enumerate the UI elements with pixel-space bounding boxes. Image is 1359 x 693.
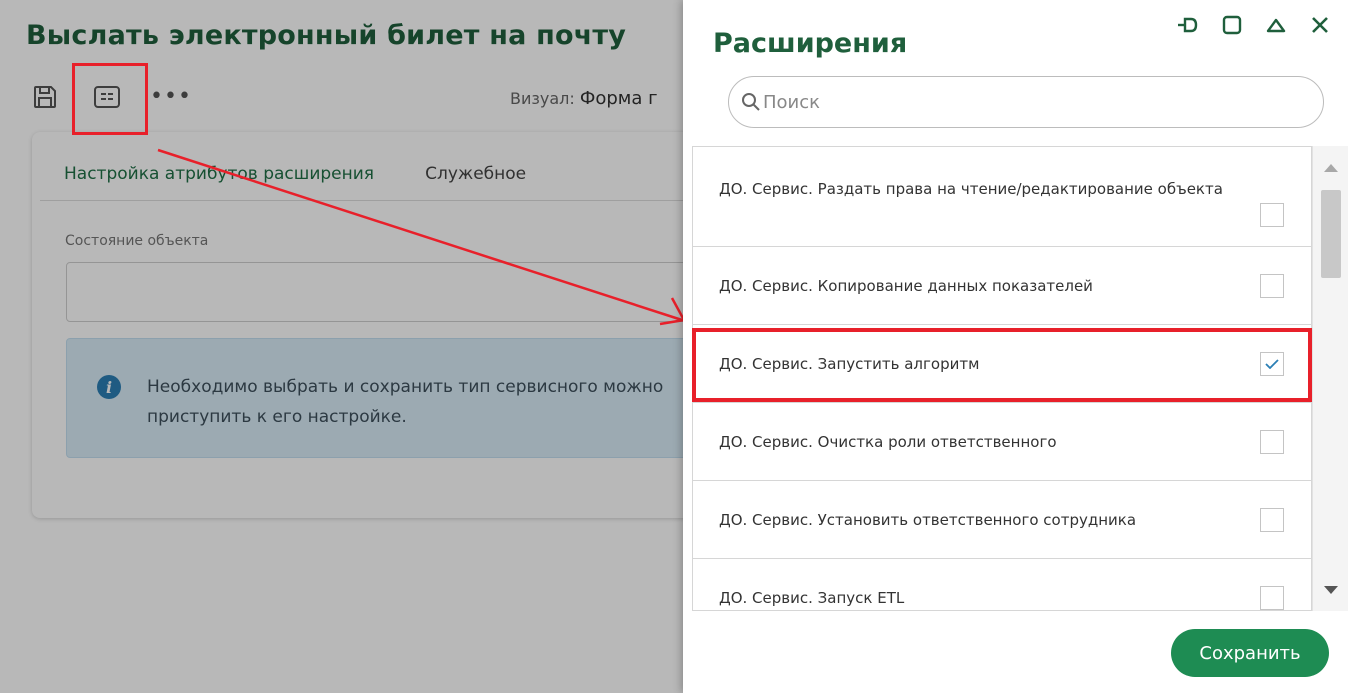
list-item-label: ДО. Сервис. Копирование данных показател… [719,276,1093,295]
more-actions-button[interactable]: ••• [150,82,192,112]
list-item-label: ДО. Сервис. Раздать права на чтение/реда… [719,180,1223,198]
scroll-up-icon[interactable] [1324,164,1338,172]
list-item[interactable]: ДО. Сервис. Очистка роли ответственного [693,403,1311,481]
visual-label: Визуал: [510,89,575,108]
extensions-panel: Расширения Поиск ДО. Сервис. Раздать пра… [683,0,1359,693]
collapse-icon[interactable] [1263,12,1289,38]
object-state-field[interactable] [66,262,746,322]
list-item[interactable]: ДО. Сервис. Запуск ETL [693,559,1311,610]
info-text: Необходимо выбрать и сохранить тип серви… [147,377,664,427]
search-input[interactable] [763,87,1303,117]
list-item-label: ДО. Сервис. Запустить алгоритм [719,354,980,373]
tab-divider [40,200,730,201]
info-icon: i [97,375,121,399]
list-item-checkbox[interactable] [1260,351,1284,376]
list-item-checkbox[interactable] [1260,203,1284,227]
list-item[interactable]: ДО. Сервис. Раздать права на чтение/реда… [693,147,1311,247]
pin-icon[interactable] [1175,12,1201,38]
list-item-label: ДО. Сервис. Очистка роли ответственного [719,432,1057,451]
list-item-checkbox[interactable] [1260,429,1284,454]
object-state-label: Состояние объекта [65,233,209,249]
list-item-checkbox[interactable] [1260,507,1284,532]
extensions-list: ДО. Сервис. Раздать права на чтение/реда… [692,146,1312,611]
scrollbar-thumb[interactable] [1321,190,1341,278]
list-item[interactable]: ДО. Сервис. Копирование данных показател… [693,247,1311,325]
tab-extension-attributes[interactable]: Настройка атрибутов расширения [64,164,374,184]
info-message: i Необходимо выбрать и сохранить тип сер… [66,338,746,458]
maximize-icon[interactable] [1219,12,1245,38]
list-item-checkbox[interactable] [1260,273,1284,298]
list-item[interactable]: ДО. Сервис. Запустить алгоритм [693,325,1311,403]
tab-service[interactable]: Служебное [425,164,526,184]
close-icon[interactable] [1307,12,1333,38]
search-box [728,76,1324,128]
highlight-toolbar-button [72,63,148,135]
scroll-down-icon[interactable] [1324,586,1338,594]
tab-bar: Настройка атрибутов расширения Служебное [64,164,572,194]
list-item-label: ДО. Сервис. Установить ответственного со… [719,510,1137,529]
list-scrollbar[interactable] [1312,146,1348,611]
panel-title: Расширения [713,28,908,59]
window-controls [1175,10,1333,40]
settings-card: Настройка атрибутов расширения Служебное… [32,132,746,518]
list-item-checkbox[interactable] [1260,585,1284,610]
visual-selector[interactable]: Визуал: Форма г [510,88,658,109]
list-item[interactable]: ДО. Сервис. Установить ответственного со… [693,481,1311,559]
check-icon [1265,358,1279,369]
visual-value: Форма г [579,88,658,109]
search-icon [742,93,760,111]
floppy-disk-icon[interactable] [28,80,62,114]
page-title: Выслать электронный билет на почту [26,20,627,51]
list-item-label: ДО. Сервис. Запуск ETL [719,588,905,607]
save-button[interactable]: Сохранить [1171,629,1329,677]
